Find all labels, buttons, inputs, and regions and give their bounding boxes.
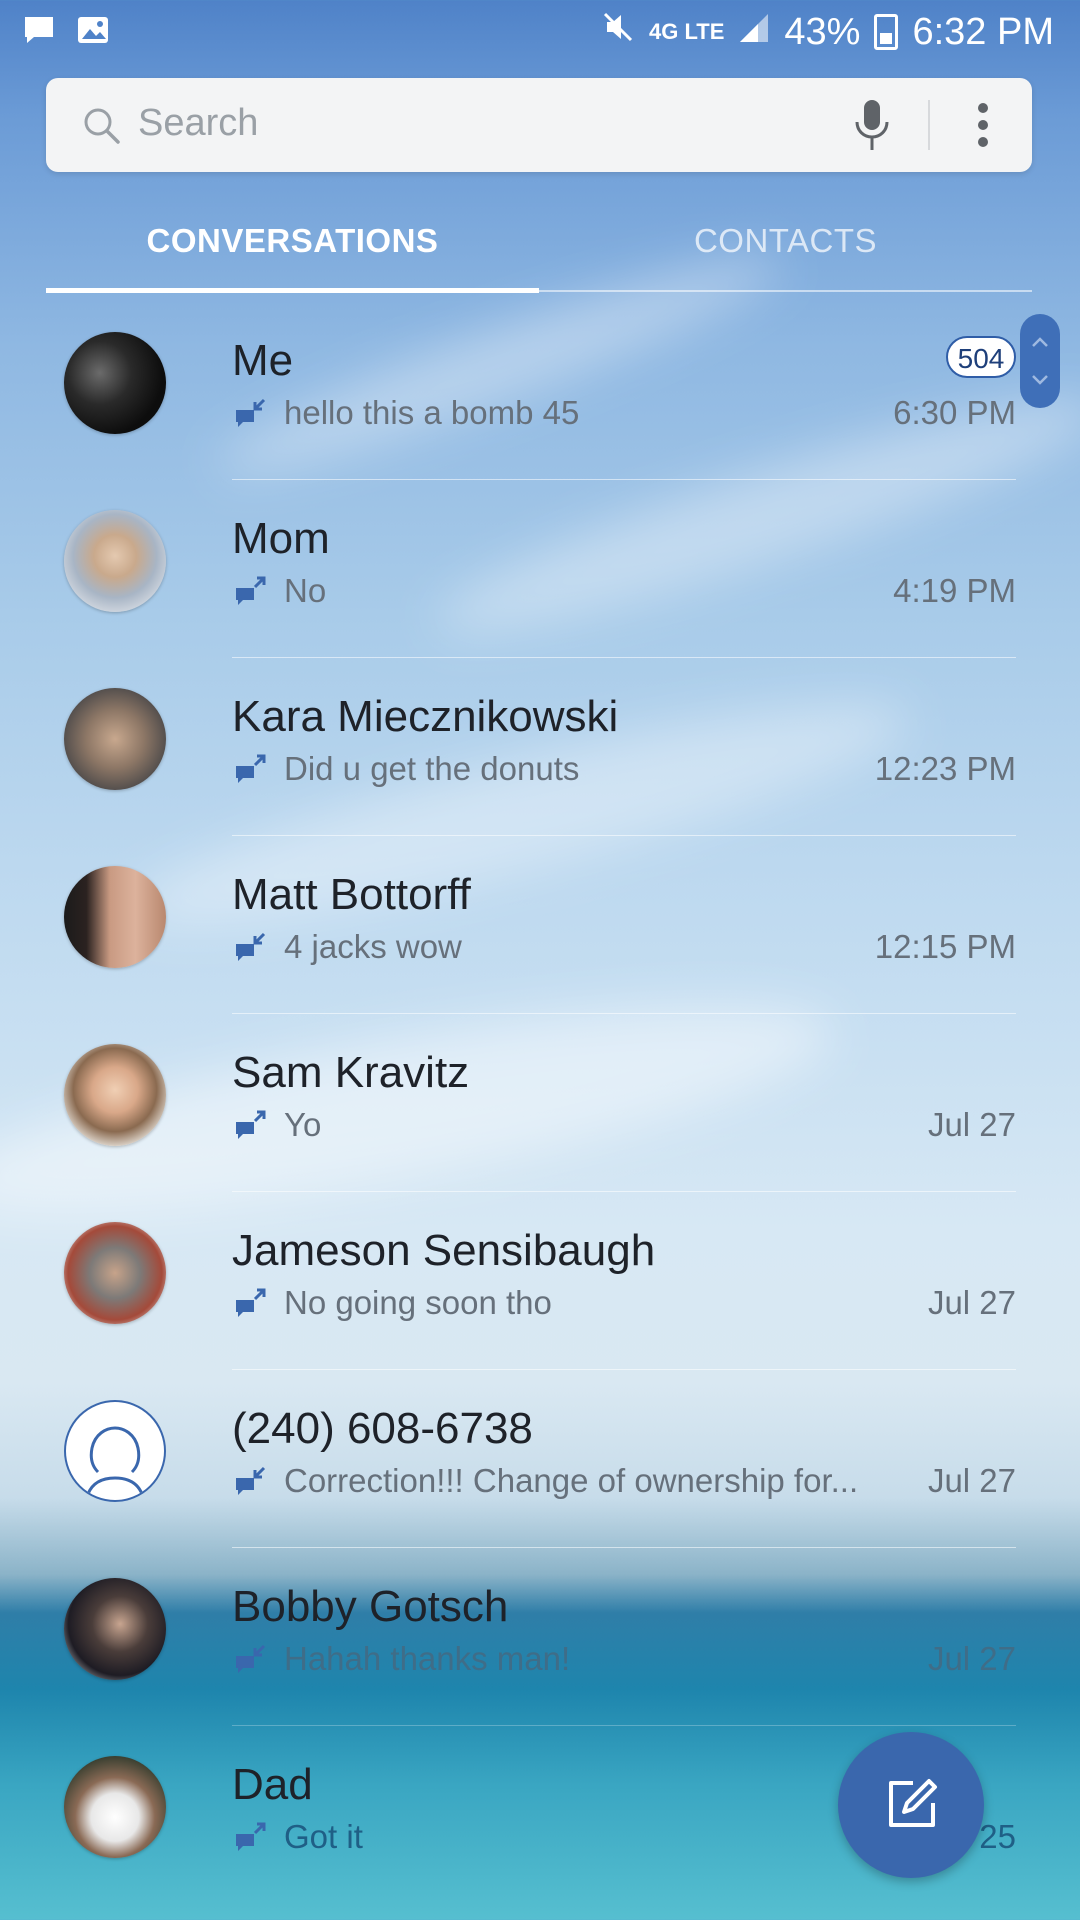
status-bar: 4G LTE 43% 6:32 PM xyxy=(0,0,1080,64)
search-bar[interactable]: Search xyxy=(46,78,1032,172)
search-input[interactable]: Search xyxy=(138,102,258,145)
message-time: Jul 27 xyxy=(927,1462,1016,1499)
message-preview: Got it xyxy=(284,1818,363,1855)
conversation-row[interactable]: Jameson Sensibaugh No going soon tho Jul… xyxy=(0,1192,1080,1370)
contact-name: Matt Bottorff xyxy=(232,870,471,919)
contact-name: Bobby Gotsch xyxy=(232,1582,509,1631)
microphone-icon[interactable] xyxy=(852,98,892,159)
message-direction-icon xyxy=(234,398,270,437)
message-preview: No going soon tho xyxy=(284,1284,552,1321)
contact-name: Mom xyxy=(232,514,330,563)
compose-button[interactable] xyxy=(838,1732,984,1878)
conversation-row[interactable]: Sam Kravitz Yo Jul 27 xyxy=(0,1014,1080,1192)
tab-active-indicator xyxy=(46,288,539,293)
message-preview: Did u get the donuts xyxy=(284,750,580,787)
message-preview: Correction!!! Change of ownership for... xyxy=(284,1462,859,1499)
search-divider xyxy=(928,100,930,150)
mute-icon xyxy=(601,10,635,54)
conversation-row[interactable]: Bobby Gotsch Hahah thanks man! Jul 27 xyxy=(0,1548,1080,1726)
message-preview: hello this a bomb 45 xyxy=(284,394,580,431)
message-direction-icon xyxy=(234,1110,270,1149)
message-direction-icon xyxy=(234,1466,270,1505)
message-preview: Hahah thanks man! xyxy=(284,1640,571,1677)
contact-name: Dad xyxy=(232,1760,313,1809)
conversation-row[interactable]: Kara Miecznikowski Did u get the donuts … xyxy=(0,658,1080,836)
search-icon xyxy=(82,106,122,151)
avatar xyxy=(64,866,166,968)
conversation-row[interactable]: Mom No 4:19 PM xyxy=(0,480,1080,658)
message-time: Jul 27 xyxy=(927,1284,1016,1321)
fast-scroll-handle[interactable] xyxy=(1020,314,1060,408)
message-time: 12:23 PM xyxy=(874,750,1016,787)
message-time: 6:30 PM xyxy=(893,394,1016,431)
contact-name: Sam Kravitz xyxy=(232,1048,470,1097)
contact-name: Kara Miecznikowski xyxy=(232,692,619,741)
avatar xyxy=(64,1044,166,1146)
unread-badge: 504 xyxy=(946,336,1016,378)
message-time: 12:15 PM xyxy=(874,928,1016,965)
message-direction-icon xyxy=(234,932,270,971)
avatar xyxy=(64,510,166,612)
network-type-icon: 4G LTE xyxy=(649,19,725,44)
message-time: Jul 27 xyxy=(927,1640,1016,1677)
conversation-row[interactable]: Matt Bottorff 4 jacks wow 12:15 PM xyxy=(0,836,1080,1014)
signal-icon xyxy=(738,11,770,54)
avatar xyxy=(64,332,166,434)
message-direction-icon xyxy=(234,1288,270,1327)
conversation-row[interactable]: (240) 608-6738 Correction!!! Change of o… xyxy=(0,1370,1080,1548)
contact-name: Jameson Sensibaugh xyxy=(232,1226,656,1275)
avatar xyxy=(64,1222,166,1324)
message-time: Jul 27 xyxy=(927,1106,1016,1143)
battery-percent: 43% xyxy=(784,10,861,53)
contact-name: (240) 608-6738 xyxy=(232,1404,533,1453)
message-preview: Yo xyxy=(284,1106,322,1143)
avatar xyxy=(64,688,166,790)
tab-bar: CONVERSATIONS CONTACTS xyxy=(46,210,1032,294)
conversation-row[interactable]: Me 504 hello this a bomb 45 6:30 PM xyxy=(0,302,1080,480)
avatar xyxy=(64,1756,166,1858)
message-direction-icon xyxy=(234,1644,270,1683)
message-preview: 4 jacks wow xyxy=(284,928,462,965)
gallery-notification-icon xyxy=(76,14,110,46)
message-direction-icon xyxy=(234,576,270,615)
tab-conversations[interactable]: CONVERSATIONS xyxy=(46,222,539,260)
tab-contacts[interactable]: CONTACTS xyxy=(539,222,1032,260)
contact-name: Me xyxy=(232,336,294,385)
avatar-placeholder-icon xyxy=(64,1400,166,1502)
message-direction-icon xyxy=(234,754,270,793)
avatar xyxy=(64,1578,166,1680)
more-options-icon[interactable] xyxy=(976,102,990,153)
message-preview: No xyxy=(284,572,327,609)
message-notification-icon xyxy=(22,14,56,46)
clock: 6:32 PM xyxy=(912,10,1054,53)
message-direction-icon xyxy=(234,1822,270,1861)
battery-icon xyxy=(874,14,899,50)
message-time: 4:19 PM xyxy=(893,572,1016,609)
compose-icon xyxy=(889,1779,937,1827)
